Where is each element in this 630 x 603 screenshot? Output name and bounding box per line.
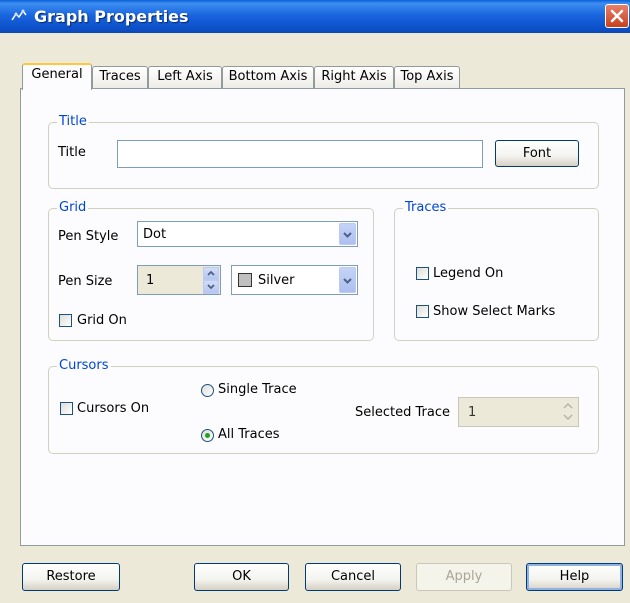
traces-group: Traces Legend On Show Select Marks: [394, 200, 599, 341]
pen-style-value: Dot: [143, 227, 167, 242]
chevron-down-icon: [343, 232, 352, 238]
grid-on-label[interactable]: Grid On: [77, 313, 127, 328]
close-button[interactable]: [605, 4, 629, 28]
cursors-group-label: Cursors: [57, 358, 111, 373]
title-group-label: Title: [57, 114, 89, 129]
tab-right-axis[interactable]: Right Axis: [314, 66, 394, 89]
pen-size-value: 1: [146, 273, 155, 288]
selected-trace-stepper[interactable]: 1: [458, 397, 579, 427]
show-select-marks-label[interactable]: Show Select Marks: [433, 304, 555, 319]
all-traces-radio[interactable]: [201, 429, 214, 442]
arrow-down-icon: [207, 284, 215, 290]
selected-trace-value: 1: [468, 405, 477, 420]
radio-selected-indicator: [205, 433, 210, 438]
selected-trace-label: Selected Trace: [355, 405, 450, 420]
single-trace-radio[interactable]: [201, 384, 214, 397]
legend-on-label[interactable]: Legend On: [433, 266, 503, 281]
grid-on-checkbox[interactable]: [59, 314, 72, 327]
close-icon: [610, 9, 624, 23]
color-swatch: [238, 273, 252, 287]
window-title: Graph Properties: [34, 7, 189, 26]
tab-top-axis[interactable]: Top Axis: [394, 66, 460, 89]
app-icon: [11, 9, 27, 21]
cancel-button[interactable]: Cancel: [305, 563, 401, 591]
pen-size-label: Pen Size: [58, 274, 113, 289]
grid-color-value: Silver: [258, 273, 295, 288]
traces-group-label: Traces: [403, 200, 449, 215]
pen-style-dropdown-button[interactable]: [339, 223, 356, 245]
arrow-up-icon: [207, 270, 215, 276]
all-traces-label[interactable]: All Traces: [218, 427, 280, 442]
chevron-down-icon: [343, 278, 352, 284]
cursors-on-label[interactable]: Cursors On: [77, 401, 149, 416]
title-input[interactable]: [117, 140, 483, 168]
tab-bottom-axis[interactable]: Bottom Axis: [222, 66, 314, 89]
pen-size-up-button[interactable]: [203, 267, 219, 280]
general-tab-panel: Title Title Font Grid Pen Style Dot Pen …: [20, 88, 625, 546]
cursors-on-checkbox[interactable]: [60, 402, 73, 415]
single-trace-label[interactable]: Single Trace: [218, 382, 297, 397]
restore-button[interactable]: Restore: [22, 563, 120, 591]
tab-left-axis[interactable]: Left Axis: [148, 66, 222, 89]
pen-style-select[interactable]: Dot: [137, 221, 358, 247]
grid-color-select[interactable]: Silver: [231, 265, 358, 295]
font-button[interactable]: Font: [495, 140, 579, 167]
help-button[interactable]: Help: [526, 563, 623, 591]
cursors-group: Cursors Cursors On Single Trace All Trac…: [48, 358, 599, 454]
title-bar[interactable]: Graph Properties: [0, 0, 630, 33]
title-group: Title Title Font: [48, 114, 599, 189]
ok-button[interactable]: OK: [194, 563, 289, 591]
tab-traces[interactable]: Traces: [92, 66, 148, 89]
pen-style-label: Pen Style: [58, 229, 119, 244]
pen-size-down-button[interactable]: [203, 280, 219, 294]
apply-button[interactable]: Apply: [416, 563, 512, 591]
spinner-arrows-icon: [563, 402, 573, 421]
graph-properties-dialog: Graph Properties General Traces Left Axi…: [0, 0, 630, 603]
legend-on-checkbox[interactable]: [416, 267, 429, 280]
tab-general[interactable]: General: [22, 63, 92, 90]
pen-size-stepper[interactable]: 1: [137, 265, 221, 295]
grid-color-dropdown-button[interactable]: [339, 267, 356, 293]
show-select-marks-checkbox[interactable]: [416, 305, 429, 318]
grid-group-label: Grid: [57, 200, 89, 215]
title-label: Title: [58, 145, 86, 160]
grid-group: Grid Pen Style Dot Pen Size 1 Silver Gri…: [48, 200, 374, 341]
